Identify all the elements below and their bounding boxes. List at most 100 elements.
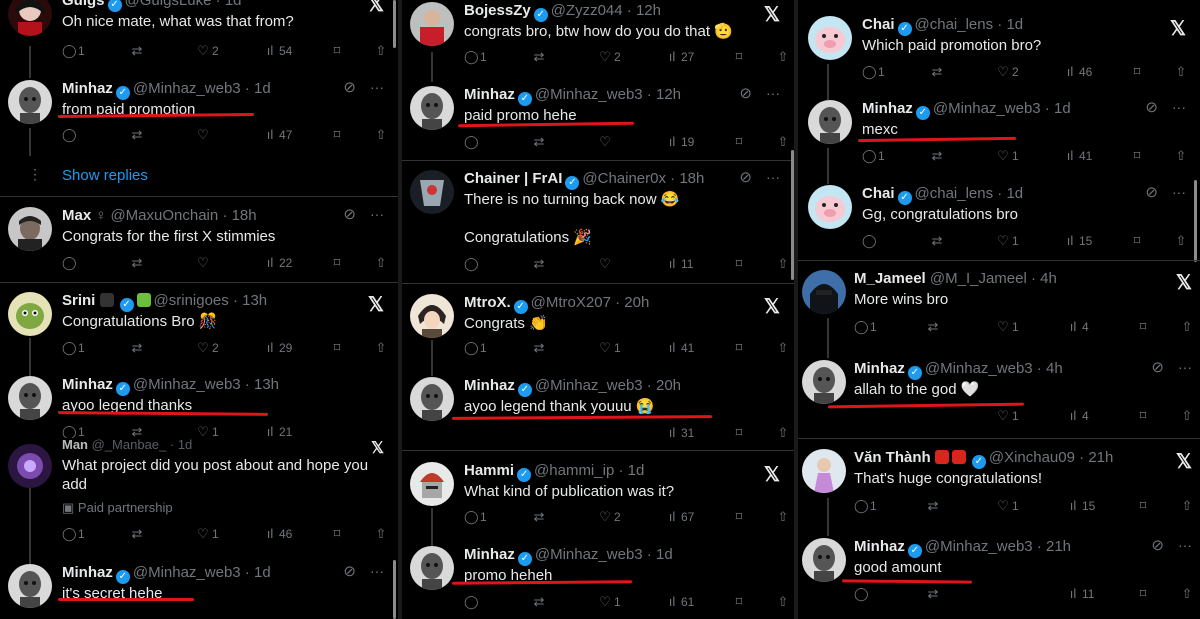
tweet-max[interactable]: Max ♀ @MaxuOnchain · 18h ⊘ ··· Congrats for… — [0, 205, 398, 277]
avatar[interactable] — [802, 538, 846, 582]
bookmark-button[interactable]: ⌑ — [330, 43, 346, 59]
views-button[interactable]: ıl 31 — [665, 425, 695, 440]
bookmark-button[interactable]: ⌑ — [1130, 64, 1146, 80]
avatar[interactable] — [8, 0, 52, 36]
handle[interactable]: @GuigsLuke — [125, 0, 212, 9]
repost-button[interactable]: ⇄ — [532, 340, 548, 356]
share-button[interactable]: ⇧ — [776, 509, 792, 525]
grok-icon[interactable]: ⊘ — [1145, 183, 1158, 201]
share-button[interactable]: ⇧ — [776, 134, 792, 150]
repost-button[interactable]: ⇄ — [130, 127, 146, 143]
avatar[interactable] — [8, 207, 52, 251]
avatar[interactable] — [802, 449, 846, 493]
timestamp[interactable]: 18h — [679, 170, 704, 187]
views-button[interactable]: ıl 4 — [1066, 408, 1089, 423]
more-icon[interactable]: ··· — [370, 206, 384, 222]
repost-button[interactable]: ⇄ — [926, 586, 942, 602]
tweet-minhaz-reply[interactable]: Minhaz ✓ @Minhaz_web3 · 13h ayoo legend th… — [0, 376, 398, 439]
avatar[interactable] — [808, 16, 852, 60]
bookmark-button[interactable]: ⌑ — [1136, 586, 1152, 602]
bookmark-button[interactable]: ⌑ — [330, 127, 346, 143]
share-button[interactable]: ⇧ — [374, 43, 390, 59]
repost-button[interactable]: ⇄ — [930, 233, 946, 249]
reply-button[interactable]: ◯1 — [464, 49, 487, 65]
bookmark-button[interactable]: ⌑ — [1136, 498, 1152, 514]
bookmark-button[interactable]: ⌑ — [732, 594, 748, 610]
tweet-minhaz-reply[interactable]: Minhaz ✓ @Minhaz_web3 · 20h ayoo legend th… — [402, 377, 794, 447]
like-button[interactable]: ♡ 1 — [598, 340, 621, 356]
display-name[interactable]: Srini — [62, 292, 95, 309]
handle[interactable]: @Minhaz_web3 — [933, 100, 1041, 117]
share-button[interactable]: ⇧ — [1174, 64, 1190, 80]
share-button[interactable]: ⇧ — [374, 127, 390, 143]
handle[interactable]: @M_I_Jameel — [930, 270, 1027, 287]
timestamp[interactable]: 1d — [178, 437, 192, 452]
handle[interactable]: @Minhaz_web3 — [133, 376, 241, 393]
avatar[interactable] — [802, 360, 846, 404]
display-name[interactable]: Guigs — [62, 0, 105, 9]
like-button[interactable]: ♡ 1 — [996, 319, 1019, 335]
reply-button[interactable]: ◯1 — [862, 148, 885, 164]
handle[interactable]: @Minhaz_web3 — [535, 546, 643, 563]
bookmark-button[interactable]: ⌑ — [732, 256, 748, 272]
repost-button[interactable]: ⇄ — [532, 49, 548, 65]
more-icon[interactable]: ··· — [1178, 537, 1192, 553]
like-button[interactable]: ♡ 2 — [598, 509, 621, 525]
views-button[interactable]: ıl 29 — [263, 340, 293, 355]
timestamp[interactable]: 18h — [232, 207, 257, 224]
like-button[interactable]: ♡ — [598, 256, 614, 272]
handle[interactable]: @Minhaz_web3 — [133, 564, 241, 581]
like-button[interactable]: ♡ — [598, 134, 614, 150]
grok-icon[interactable]: ⊘ — [739, 168, 752, 186]
display-name[interactable]: Man — [62, 437, 88, 452]
avatar[interactable] — [808, 185, 852, 229]
grok-icon[interactable]: ⊘ — [343, 205, 356, 223]
handle[interactable]: @Minhaz_web3 — [925, 360, 1033, 377]
tweet-chainer[interactable]: Chainer | FrAI ✓ @Chainer0x · 18h ⊘ ··· The… — [402, 168, 794, 278]
scrollbar[interactable] — [1194, 180, 1197, 262]
like-button[interactable]: ♡ 1 — [598, 594, 621, 610]
tweet-chai[interactable]: Chai ✓ @chai_lens · 1d ⊘ ··· Gg, congratula… — [798, 183, 1200, 255]
share-button[interactable]: ⇧ — [1180, 319, 1196, 335]
tweet-mtrox[interactable]: MtroX. ✓ @MtroX207 · 20h 𝕏 Congrats 👏 ◯1 ⇄… — [402, 294, 794, 364]
share-button[interactable]: ⇧ — [1174, 233, 1190, 249]
tweet-hammi[interactable]: Hammi ✓ @hammi_ip · 1d 𝕏 What kind of publ… — [402, 462, 794, 532]
share-button[interactable]: ⇧ — [776, 594, 792, 610]
avatar[interactable] — [410, 170, 454, 214]
reply-button[interactable]: ◯1 — [464, 340, 487, 356]
handle[interactable]: @Chainer0x — [582, 170, 666, 187]
tweet-minhaz-reply[interactable]: Minhaz ✓ @Minhaz_web3 · 4h ⊘ ··· allah to t… — [798, 359, 1200, 430]
views-button[interactable]: ıl 67 — [665, 509, 695, 524]
repost-button[interactable]: ⇄ — [130, 340, 146, 356]
handle[interactable]: @_Manbae_ — [92, 437, 167, 452]
tweet-minhaz-reply[interactable]: Minhaz ✓ @Minhaz_web3 · 21h ⊘ ··· good amou… — [798, 537, 1200, 608]
repost-button[interactable]: ⇄ — [926, 498, 942, 514]
like-button[interactable]: ♡ — [196, 127, 212, 143]
views-button[interactable]: ıl 11 — [1066, 586, 1095, 601]
timestamp[interactable]: 20h — [656, 377, 681, 394]
views-button[interactable]: ıl 22 — [263, 255, 293, 270]
timestamp[interactable]: 1d — [656, 546, 673, 563]
reply-button[interactable]: ◯1 — [62, 340, 85, 356]
tweet-minhaz-reply[interactable]: Minhaz ✓ @Minhaz_web3 · 1d ⊘ ··· it's secre… — [0, 563, 398, 619]
tweet-van-thanh[interactable]: Văn Thành ✓ @Xinchau09 · 21h 𝕏 That's hug… — [798, 449, 1200, 519]
repost-button[interactable]: ⇄ — [930, 64, 946, 80]
timestamp[interactable]: 1d — [1006, 16, 1023, 33]
display-name[interactable]: Minhaz — [854, 360, 905, 377]
timestamp[interactable]: 12h — [656, 86, 681, 103]
display-name[interactable]: Minhaz — [862, 100, 913, 117]
bookmark-button[interactable]: ⌑ — [1130, 148, 1146, 164]
display-name[interactable]: Minhaz — [62, 564, 113, 581]
tweet-m-jameel[interactable]: M_Jameel @M_I_Jameel · 4h 𝕏 More wins br… — [798, 270, 1200, 340]
like-button[interactable]: ♡ 2 — [598, 49, 621, 65]
display-name[interactable]: Văn Thành — [854, 449, 931, 466]
like-button[interactable]: ♡ 2 — [996, 64, 1019, 80]
more-icon[interactable]: ··· — [766, 85, 780, 101]
avatar[interactable] — [808, 100, 852, 144]
avatar[interactable] — [410, 462, 454, 506]
bookmark-button[interactable]: ⌑ — [1136, 408, 1152, 424]
bookmark-button[interactable]: ⌑ — [732, 425, 748, 441]
views-button[interactable]: ıl 19 — [665, 134, 695, 149]
avatar[interactable] — [410, 377, 454, 421]
bookmark-button[interactable]: ⌑ — [732, 509, 748, 525]
